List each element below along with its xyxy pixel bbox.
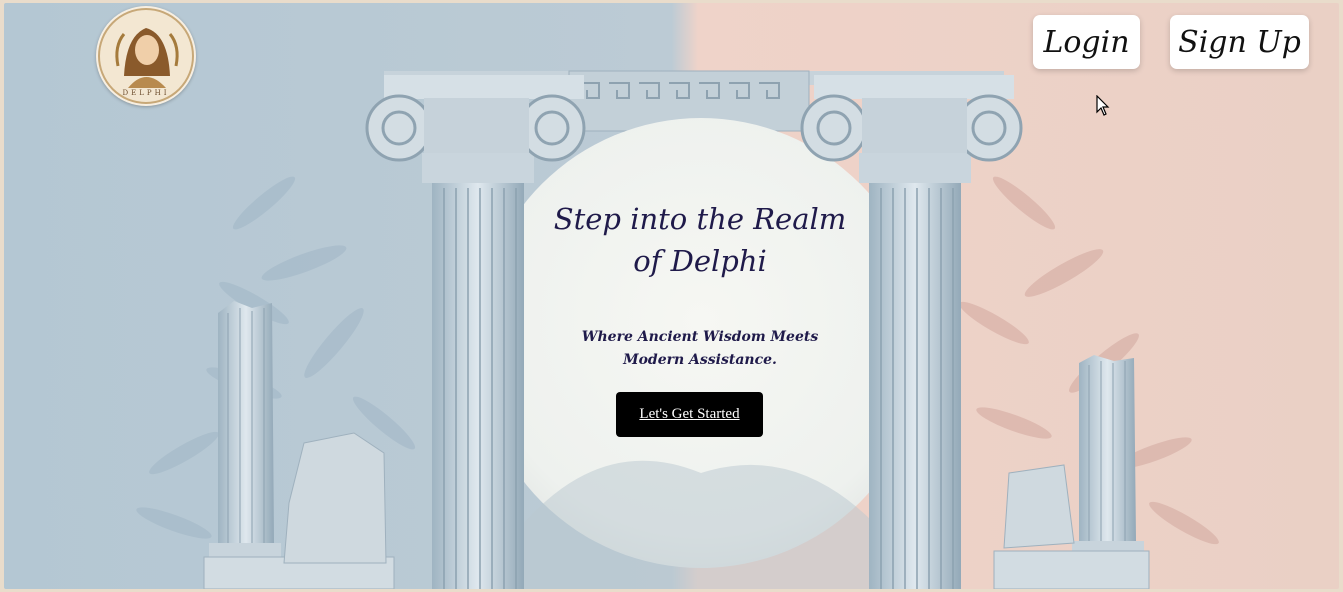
- hero-title: Step into the Realm of Delphi: [553, 202, 847, 278]
- signup-button[interactable]: Sign Up: [1170, 15, 1309, 69]
- broken-column-left: [203, 301, 395, 589]
- greek-ruins-illustration: [136, 70, 1219, 589]
- delphi-logo[interactable]: DELPHI: [96, 6, 196, 106]
- hero-background: [4, 3, 1339, 589]
- mouse-cursor-icon: [1096, 95, 1110, 116]
- hero-subtitle: Where Ancient Wisdom Meets Modern Assist…: [581, 329, 819, 368]
- logo-text: DELPHI: [122, 89, 170, 97]
- get-started-button[interactable]: Let's Get Started: [616, 392, 763, 437]
- login-button[interactable]: Login: [1033, 15, 1140, 69]
